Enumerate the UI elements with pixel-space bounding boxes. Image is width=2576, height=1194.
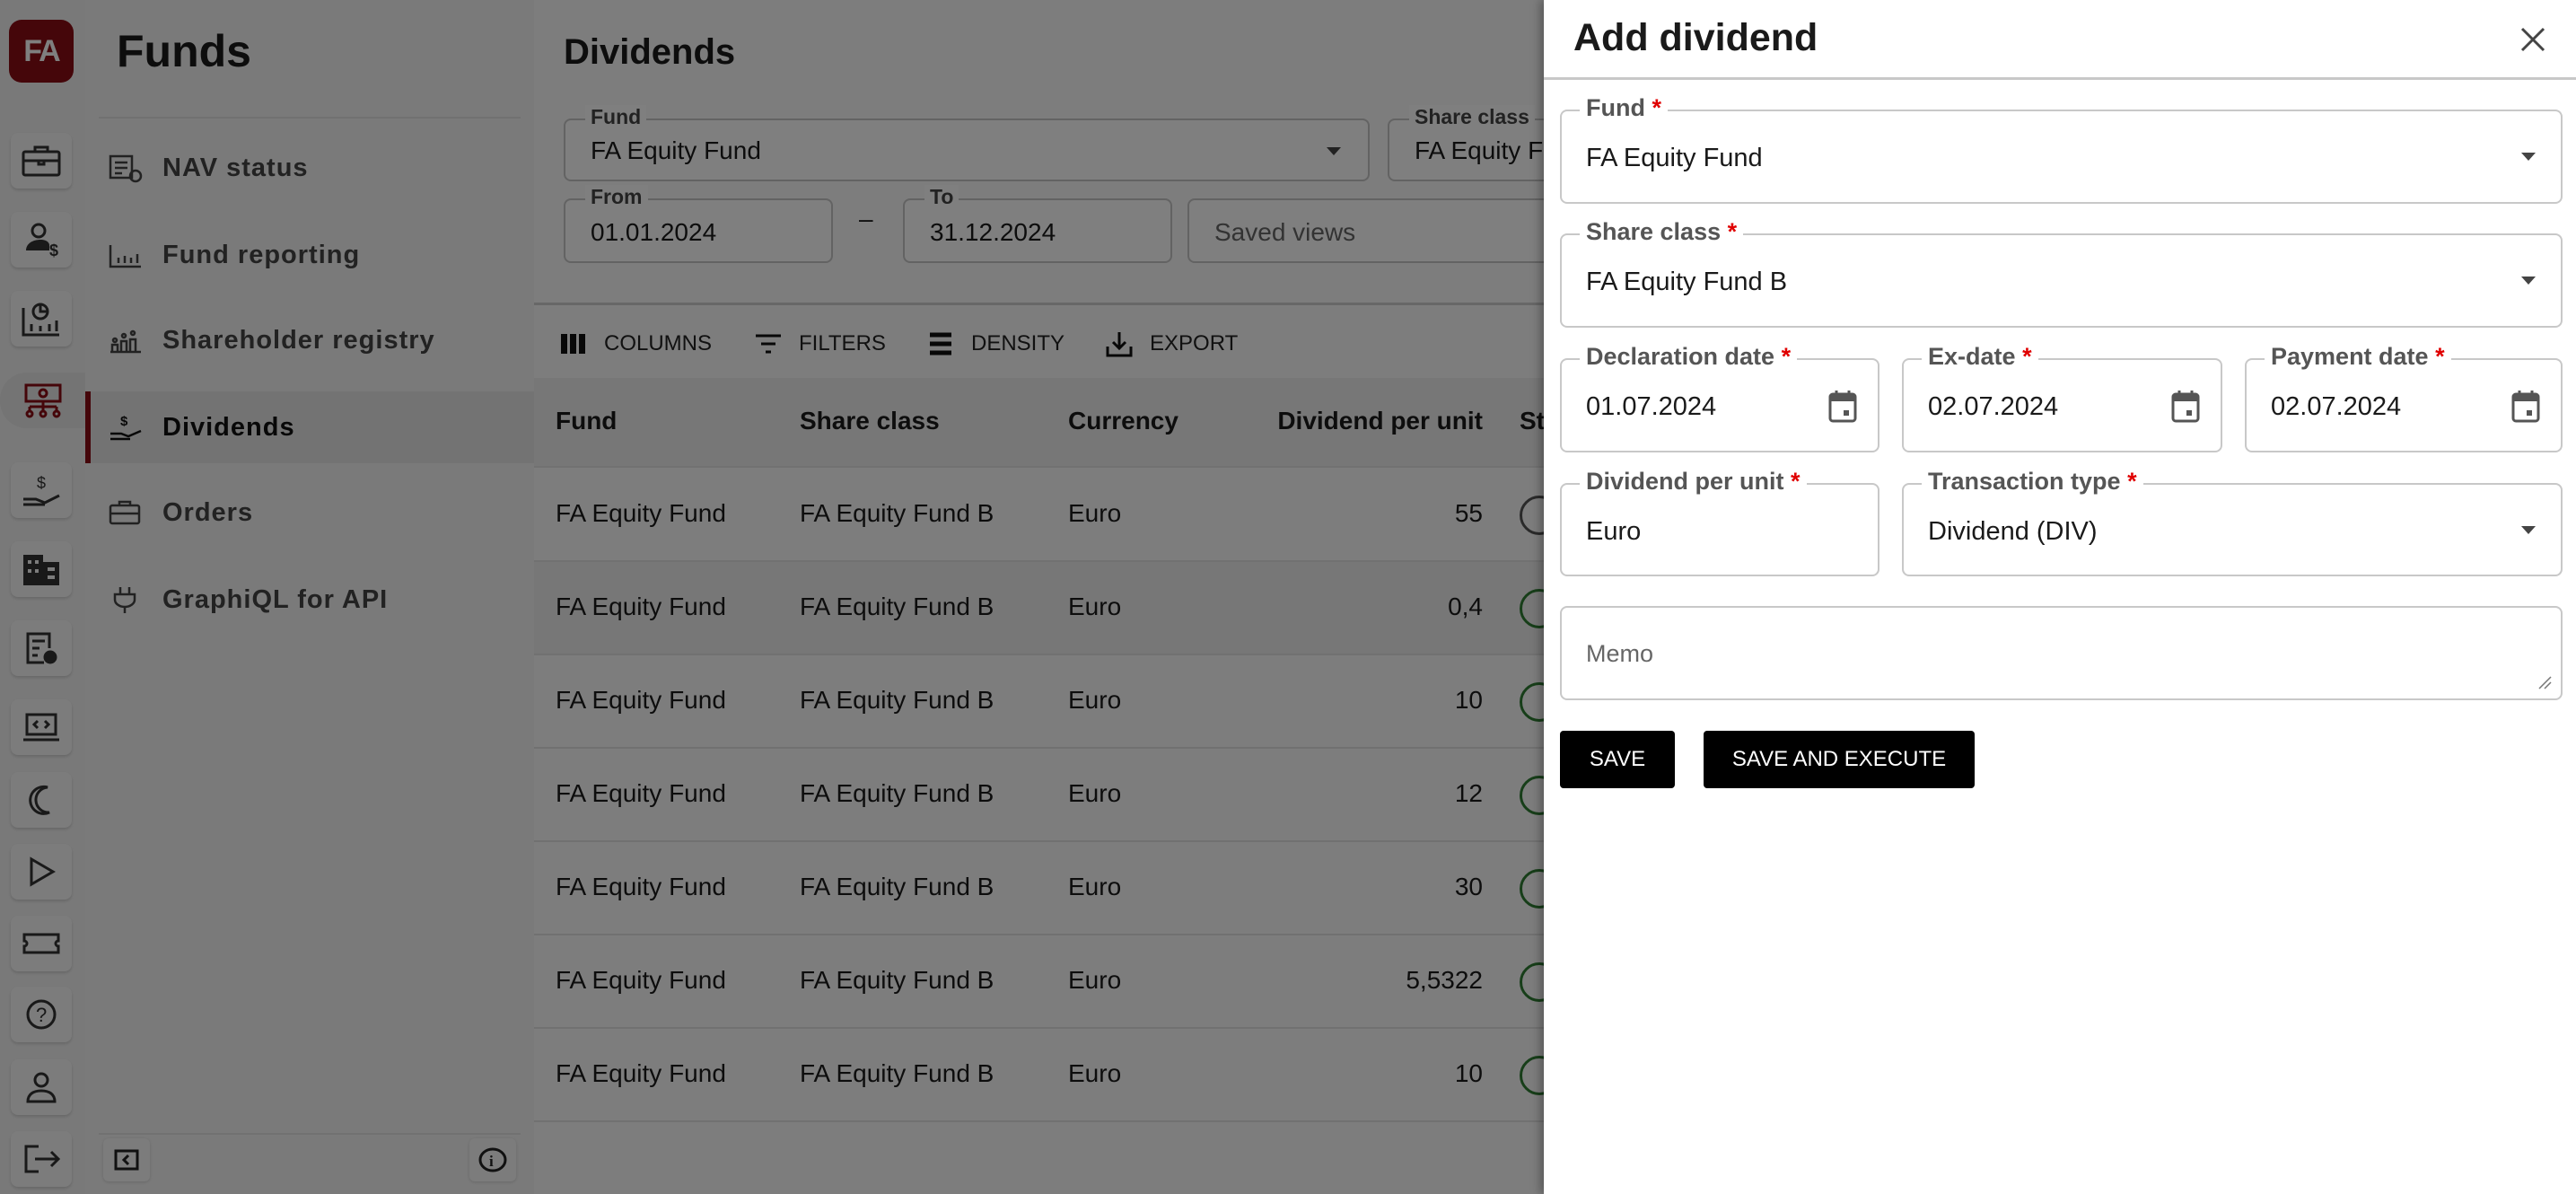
field-value: Dividend (DIV) (1928, 517, 2098, 546)
field-label: Declaration date * (1580, 343, 1798, 371)
share-class-select[interactable]: Share class * FA Equity Fund B (1560, 218, 2563, 328)
ex-date-input[interactable]: Ex-date * 02.07.2024 (1902, 343, 2222, 452)
field-value: FA Equity Fund (1586, 144, 1763, 172)
close-icon[interactable] (2515, 22, 2551, 57)
field-label: Ex-date * (1922, 343, 2038, 371)
chevron-down-icon (2521, 526, 2536, 534)
field-label: Fund * (1580, 94, 1669, 122)
field-label: Share class * (1580, 218, 1744, 246)
field-label: Transaction type * (1922, 468, 2143, 496)
calendar-icon[interactable] (2510, 389, 2541, 423)
memo-textarea[interactable]: Memo (1560, 606, 2563, 700)
add-dividend-drawer: Add dividend Fund * FA Equity Fund Share… (1544, 0, 2576, 1194)
payment-date-input[interactable]: Payment date * 02.07.2024 (2245, 343, 2563, 452)
field-value: 02.07.2024 (1928, 392, 2059, 421)
field-value: 01.07.2024 (1586, 392, 1717, 421)
calendar-icon[interactable] (2170, 389, 2201, 423)
field-label: Payment date * (2265, 343, 2451, 371)
transaction-type-select[interactable]: Transaction type * Dividend (DIV) (1902, 468, 2563, 576)
save-button[interactable]: SAVE (1560, 731, 1675, 788)
field-placeholder: Memo (1586, 640, 1654, 667)
chevron-down-icon (2521, 153, 2536, 161)
field-label: Dividend per unit * (1580, 468, 1807, 496)
drawer-title: Add dividend (1573, 16, 1818, 59)
declaration-date-input[interactable]: Declaration date * 01.07.2024 (1560, 343, 1879, 452)
save-and-execute-button[interactable]: SAVE AND EXECUTE (1704, 731, 1975, 788)
field-value: 02.07.2024 (2271, 392, 2402, 421)
resize-handle-icon[interactable] (2537, 675, 2552, 689)
calendar-icon[interactable] (1827, 389, 1858, 423)
divider (1544, 77, 2576, 80)
chevron-down-icon (2521, 277, 2536, 285)
field-value: FA Equity Fund B (1586, 268, 1788, 296)
fund-select[interactable]: Fund * FA Equity Fund (1560, 94, 2563, 204)
field-value: Euro (1586, 517, 1642, 546)
dividend-per-unit-input[interactable]: Dividend per unit * Euro (1560, 468, 1879, 576)
modal-backdrop[interactable] (0, 0, 1544, 1194)
